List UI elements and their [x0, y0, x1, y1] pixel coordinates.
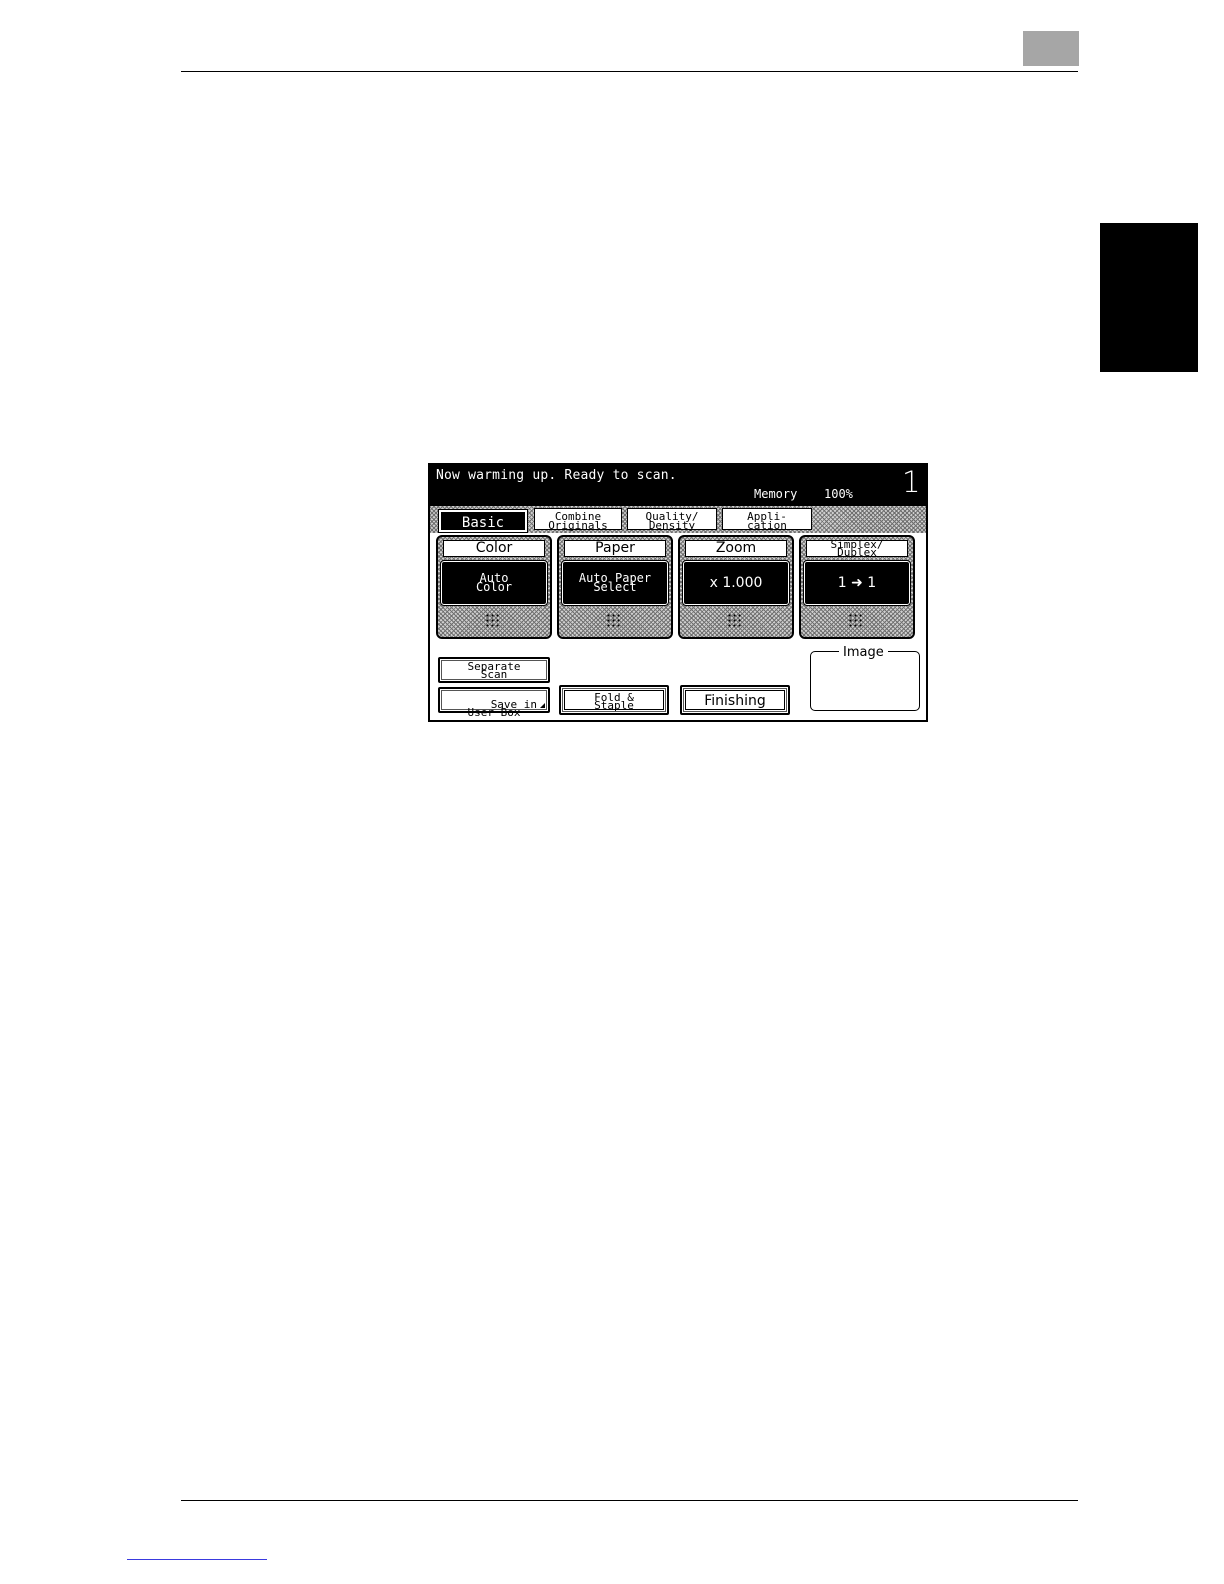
simplex-duplex-group: Simplex/ Duplex 1 ➜ 1 — [799, 535, 915, 639]
finishing-label: Finishing — [685, 690, 785, 710]
footer-link-underline — [127, 1559, 267, 1560]
memory-value: 100% — [824, 487, 853, 501]
copier-panel: Now warming up. Ready to scan. Memory 10… — [428, 463, 928, 722]
color-group: Color Auto Color — [436, 535, 552, 639]
zoom-group: Zoom x 1.000 — [678, 535, 794, 639]
tab-combine-originals[interactable]: Combine Originals — [534, 508, 622, 531]
simplex-duplex-button[interactable]: 1 ➜ 1 — [803, 560, 911, 606]
page-number-badge — [1023, 31, 1079, 66]
copy-count: 1 — [902, 465, 921, 499]
tab-basic[interactable]: Basic — [438, 509, 528, 533]
image-preview-frame: Image — [810, 645, 920, 711]
footer-rule — [181, 1500, 1078, 1501]
header-rule — [181, 71, 1078, 72]
chapter-tab — [1100, 223, 1198, 372]
save-in-user-box-button[interactable]: Save in User Box — [438, 687, 550, 718]
image-label: Image — [839, 645, 888, 660]
paper-label: Paper — [564, 540, 666, 557]
tab-quality-density[interactable]: Quality/ Density — [627, 508, 717, 531]
separate-scan-button[interactable]: Separate Scan — [438, 657, 550, 683]
memory-label: Memory — [754, 487, 798, 501]
fold-staple-label: Fold & Staple — [564, 690, 664, 711]
grip-icon — [606, 613, 622, 627]
status-bar: Now warming up. Ready to scan. Memory 10… — [430, 465, 926, 506]
corner-arrow-icon — [540, 703, 545, 708]
grip-icon — [485, 613, 501, 627]
basic-settings-area: Color Auto Color Paper Auto Paper Select… — [432, 533, 924, 719]
finishing-button[interactable]: Finishing — [680, 685, 790, 715]
grip-icon — [727, 613, 743, 627]
save-in-user-box-label: Save in User Box — [467, 698, 538, 719]
fold-staple-button[interactable]: Fold & Staple — [559, 685, 669, 715]
paper-button[interactable]: Auto Paper Select — [561, 560, 669, 606]
color-button[interactable]: Auto Color — [440, 560, 548, 606]
tab-application[interactable]: Appli- cation — [722, 508, 812, 531]
zoom-button[interactable]: x 1.000 — [682, 560, 790, 606]
color-label: Color — [443, 540, 545, 557]
paper-group: Paper Auto Paper Select — [557, 535, 673, 639]
tab-strip: Basic Combine Originals Quality/ Density… — [430, 506, 926, 533]
simplex-duplex-label: Simplex/ Duplex — [806, 539, 908, 558]
status-message: Now warming up. Ready to scan. — [436, 468, 677, 483]
grip-icon — [848, 613, 864, 627]
zoom-label: Zoom — [685, 540, 787, 557]
